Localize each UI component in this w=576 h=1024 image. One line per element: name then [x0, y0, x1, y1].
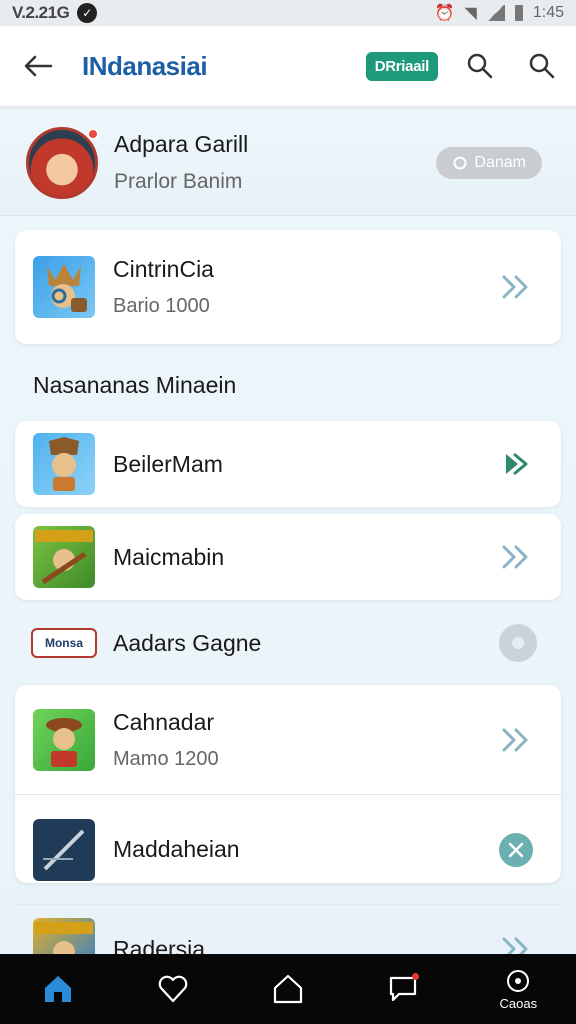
gear-icon	[512, 637, 524, 649]
alarm-icon: ⏰	[434, 5, 455, 22]
item-title: BeilerMam	[113, 450, 223, 477]
nav-label: Caoas	[499, 995, 538, 1011]
cancel-button[interactable]	[499, 832, 533, 867]
list-item[interactable]: Maicmabin	[15, 514, 561, 600]
profile-action-label: Danam	[474, 153, 526, 171]
avatar[interactable]	[26, 126, 99, 199]
character-icon	[49, 437, 79, 491]
character-icon	[46, 717, 82, 767]
nav-profile[interactable]: Caoas	[478, 959, 558, 1019]
arrow-left-icon	[24, 55, 53, 77]
game-thumbnail	[33, 433, 95, 495]
item-title: Maddaheian	[113, 836, 240, 862]
list-item[interactable]: BeilerMam	[15, 421, 561, 507]
featured-text: CintrinCia Bario 1000	[113, 256, 214, 318]
game-thumbnail	[33, 708, 95, 771]
signal-icon	[486, 5, 505, 21]
status-bar: V.2.21G ✓ ⏰ ◥ 1:45	[0, 0, 576, 26]
search-icon	[529, 53, 555, 79]
page-title: INdanasiai	[82, 50, 208, 81]
chevron-button[interactable]	[499, 270, 533, 304]
game-logo-text: Monsa	[44, 636, 83, 650]
chevron-button[interactable]	[499, 723, 533, 757]
bottom-nav: Caoas	[0, 954, 576, 1024]
search-button[interactable]	[460, 46, 500, 86]
app-bar: INdanasiai DRriaail	[0, 26, 576, 106]
character-icon	[35, 530, 93, 585]
notification-dot	[87, 127, 99, 140]
section-title: Nasananas Minaein	[33, 372, 237, 398]
close-icon	[508, 842, 524, 857]
profile-text: Adpara Garill Prarlor Banim	[114, 131, 248, 194]
list-item[interactable]: Maddaheian	[15, 795, 561, 905]
item-text: Maddaheian	[113, 836, 240, 863]
double-chevron-right-icon	[502, 275, 528, 299]
list-item[interactable]: Cahnadar Mamo 1200	[15, 685, 561, 795]
item-title: Maicmabin	[113, 543, 225, 570]
item-title: Aadars Gagne	[113, 629, 262, 656]
nav-favorites[interactable]	[133, 959, 213, 1019]
nav-home[interactable]	[18, 959, 98, 1019]
item-subtitle: Mamo 1200	[113, 747, 219, 770]
game-logo: Monsa	[31, 628, 97, 658]
search-icon	[467, 53, 493, 79]
nav-messages[interactable]	[363, 959, 443, 1019]
chevron-button[interactable]	[499, 447, 533, 481]
refresh-icon	[453, 156, 467, 169]
character-icon	[47, 264, 87, 312]
back-button[interactable]	[18, 46, 58, 86]
chevron-button[interactable]	[499, 540, 533, 574]
double-chevron-right-icon	[502, 545, 528, 569]
wifi-icon: ◥	[464, 5, 477, 22]
game-thumbnail	[33, 526, 95, 588]
profile-subtitle: Prarlor Banim	[114, 170, 243, 193]
house-outline-icon	[273, 974, 303, 1004]
status-time-right: 1:45	[532, 4, 564, 21]
profile-name: Adpara Garill	[114, 131, 249, 157]
game-thumbnail	[33, 818, 95, 881]
game-thumbnail	[33, 256, 95, 318]
target-icon	[507, 969, 530, 992]
item-text: Maicmabin	[113, 544, 224, 571]
list-item[interactable]: Monsa Aadars Gagne	[15, 610, 561, 676]
featured-card[interactable]: CintrinCia Bario 1000	[15, 230, 561, 344]
item-title: Cahnadar	[113, 708, 215, 735]
status-time-left: V.2.21G	[12, 3, 70, 22]
app-badge[interactable]: DRriaail	[365, 51, 438, 81]
shield-icon: ✓	[77, 3, 98, 23]
game-list: Cahnadar Mamo 1200 Maddaheian Radersia	[15, 685, 561, 980]
item-text: BeilerMam	[113, 451, 223, 478]
nav-house[interactable]	[248, 959, 328, 1019]
profile-header: Adpara Garill Prarlor Banim Danam	[0, 110, 576, 216]
battery-icon	[514, 5, 523, 21]
double-chevron-right-icon	[502, 728, 528, 751]
home-icon	[44, 976, 71, 1002]
status-icons: ⏰ ◥ 1:45	[435, 3, 564, 23]
featured-subtitle: Bario 1000	[113, 295, 210, 317]
heart-icon	[158, 975, 188, 1003]
settings-button[interactable]	[499, 624, 537, 662]
featured-title: CintrinCia	[113, 256, 214, 282]
sword-icon	[43, 829, 85, 870]
item-text: Cahnadar Mamo 1200	[113, 709, 219, 771]
search-button-2[interactable]	[522, 46, 562, 86]
play-chevron-icon	[506, 452, 528, 476]
profile-action-button[interactable]: Danam	[436, 146, 542, 179]
